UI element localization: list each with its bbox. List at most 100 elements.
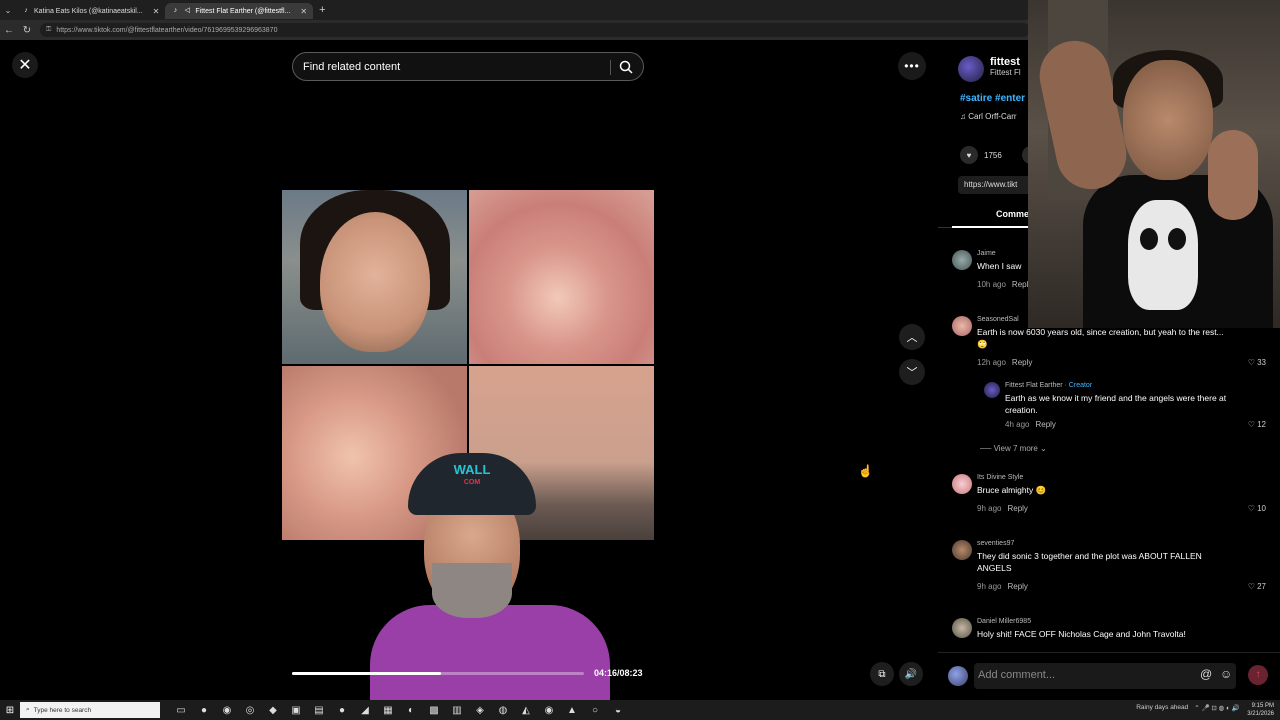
app-icon[interactable]: ● bbox=[335, 703, 349, 717]
comment-like[interactable]: ♡ 33 bbox=[1248, 358, 1266, 367]
commenter-avatar[interactable] bbox=[984, 382, 1000, 398]
windows-start-icon[interactable]: ⊞ bbox=[0, 705, 20, 716]
task-view-icon[interactable]: ▭ bbox=[174, 703, 188, 717]
chrome-icon[interactable]: ◉ bbox=[220, 703, 234, 717]
new-tab-icon[interactable]: + bbox=[319, 4, 325, 16]
close-tab-icon[interactable]: ✕ bbox=[153, 7, 160, 16]
reply-link[interactable]: Reply bbox=[1007, 582, 1027, 591]
comment-like-count: 33 bbox=[1257, 358, 1266, 367]
comment-user[interactable]: Jaime bbox=[977, 250, 996, 257]
search-icon[interactable] bbox=[619, 60, 633, 74]
add-comment-placeholder: Add comment... bbox=[978, 669, 1056, 681]
comment-time: 10h ago bbox=[977, 280, 1006, 289]
speaker-icon[interactable]: ◁ bbox=[183, 7, 191, 15]
commenter-avatar[interactable] bbox=[952, 250, 972, 270]
presenter-figure: WALL COM bbox=[370, 445, 610, 705]
system-clock[interactable]: 9:15 PM 3/21/2026 bbox=[1247, 702, 1274, 718]
comment-user[interactable]: SeasonedSal bbox=[977, 316, 1019, 323]
system-tray: Rainy days ahead ⌃ 🎤 ⊡ ◍ ◐ 🔊 bbox=[1136, 704, 1240, 712]
app-icon[interactable]: ● bbox=[197, 703, 211, 717]
commenter-avatar[interactable] bbox=[952, 618, 972, 638]
comment-item: seventies97 They did sonic 3 together an… bbox=[952, 540, 1274, 592]
page: ⌄ ♪ Katina Eats Kilos (@katinaeatskil...… bbox=[0, 0, 1280, 720]
comment-item: Daniel Miller6985 Holy shit! FACE OFF Ni… bbox=[952, 618, 1274, 652]
app-icon[interactable]: ◆ bbox=[266, 703, 280, 717]
reply-link[interactable]: Reply bbox=[1035, 420, 1055, 429]
previous-video-button[interactable]: ︿ bbox=[899, 324, 925, 350]
comment-user[interactable]: Its Divine Style bbox=[977, 474, 1023, 481]
hashtags[interactable]: #satire #enter bbox=[960, 93, 1025, 104]
browser-tab-fittest[interactable]: ♪ ◁ Fittest Flat Earther (@fittestfl... … bbox=[165, 3, 314, 19]
url-field[interactable]: ⚿ https://www.tiktok.com/@fittestflatear… bbox=[40, 23, 1030, 37]
webcam-overlay bbox=[1028, 0, 1280, 328]
music-label[interactable]: ♫ Carl Orff-Carr bbox=[960, 112, 1017, 121]
app-icon[interactable]: ◭ bbox=[519, 703, 533, 717]
author-avatar[interactable] bbox=[958, 56, 984, 82]
reload-icon[interactable]: ↻ bbox=[18, 25, 36, 36]
comment-reply-item: Fittest Flat Earther · Creator Earth as … bbox=[984, 382, 1274, 430]
app-icon[interactable]: ◎ bbox=[243, 703, 257, 717]
tab-comments[interactable]: Comme bbox=[996, 209, 1029, 219]
app-icon[interactable]: ▣ bbox=[289, 703, 303, 717]
commenter-avatar[interactable] bbox=[952, 474, 972, 494]
comment-time: 9h ago bbox=[977, 504, 1002, 513]
heart-icon[interactable]: ♥ bbox=[960, 146, 978, 164]
comment-like[interactable]: ♡ 12 bbox=[1248, 420, 1266, 429]
tray-icons[interactable]: ⌃ 🎤 ⊡ ◍ ◐ 🔊 bbox=[1194, 704, 1240, 712]
mention-icon[interactable]: @ bbox=[1200, 667, 1212, 681]
view-more-label: View 7 more bbox=[993, 444, 1038, 453]
next-video-button[interactable]: ﹀ bbox=[899, 359, 925, 385]
browser-tab-katina[interactable]: ♪ Katina Eats Kilos (@katinaeatskil... ✕ bbox=[16, 3, 165, 19]
taskbar-search-input[interactable]: ⌕ Type here to search bbox=[20, 702, 160, 718]
reply-link[interactable]: Reply bbox=[1012, 358, 1032, 367]
app-icon[interactable]: ◐ bbox=[404, 703, 418, 717]
streamer-head bbox=[1123, 60, 1213, 180]
comment-text: Holy shit! FACE OFF Nicholas Cage and Jo… bbox=[977, 629, 1186, 639]
close-video-button[interactable]: ✕ bbox=[12, 52, 38, 78]
close-tab-icon[interactable]: ✕ bbox=[300, 7, 307, 16]
commenter-avatar[interactable] bbox=[952, 540, 972, 560]
video-progress-bar[interactable] bbox=[292, 672, 584, 675]
reply-link[interactable]: Reply bbox=[1007, 504, 1027, 513]
commenter-avatar[interactable] bbox=[952, 316, 972, 336]
app-icon[interactable]: ◍ bbox=[496, 703, 510, 717]
close-icon: ✕ bbox=[18, 57, 32, 74]
comment-item: Its Divine Style Bruce almighty 😊 9h ago… bbox=[952, 474, 1274, 524]
tab-list-icon[interactable]: ⌄ bbox=[0, 6, 16, 15]
app-icon[interactable]: ◢ bbox=[358, 703, 372, 717]
author-info[interactable]: fittest Fittest Fl bbox=[958, 56, 1021, 82]
comment-text: Earth as we know it my friend and the an… bbox=[1005, 393, 1227, 415]
more-icon: ••• bbox=[904, 59, 920, 73]
app-icon[interactable]: ▤ bbox=[312, 703, 326, 717]
author-subname: Fittest Fl bbox=[990, 68, 1021, 77]
app-icon[interactable]: ▦ bbox=[381, 703, 395, 717]
add-comment-input[interactable]: Add comment... bbox=[974, 663, 1236, 689]
view-more-replies[interactable]: ── View 7 more ⌄ bbox=[980, 444, 1047, 453]
weather-text[interactable]: Rainy days ahead bbox=[1136, 704, 1188, 712]
comment-like[interactable]: ♡ 10 bbox=[1248, 504, 1266, 513]
comment-user[interactable]: seventies97 bbox=[977, 540, 1014, 547]
app-icon[interactable]: ▩ bbox=[427, 703, 441, 717]
steam-icon[interactable]: ◒ bbox=[611, 703, 625, 717]
app-icon[interactable]: ▲ bbox=[565, 703, 579, 717]
author-name[interactable]: fittest bbox=[990, 56, 1021, 68]
related-search-input[interactable]: Find related content bbox=[292, 52, 644, 81]
app-icon[interactable]: ▥ bbox=[450, 703, 464, 717]
mini-player-button[interactable]: ⧉ bbox=[870, 662, 894, 686]
app-icon[interactable]: ◈ bbox=[473, 703, 487, 717]
more-options-button[interactable]: ••• bbox=[898, 52, 926, 80]
comment-user[interactable]: Daniel Miller6985 bbox=[977, 618, 1031, 625]
copy-link-field[interactable]: https://www.tikt bbox=[958, 176, 1038, 194]
lock-icon: ⚿ bbox=[46, 26, 52, 33]
app-icon[interactable]: ○ bbox=[588, 703, 602, 717]
back-icon[interactable]: ← bbox=[0, 25, 18, 36]
comment-time: 9h ago bbox=[977, 582, 1002, 591]
app-icon[interactable]: ◉ bbox=[542, 703, 556, 717]
send-arrow-icon[interactable]: ↑ bbox=[1248, 665, 1268, 685]
emoji-icon[interactable]: ☺ bbox=[1220, 667, 1232, 681]
volume-button[interactable]: 🔊 bbox=[899, 662, 923, 686]
comment-like[interactable]: ♡ 27 bbox=[1248, 582, 1266, 591]
comment-user[interactable]: Fittest Flat Earther bbox=[1005, 382, 1063, 389]
search-separator bbox=[610, 60, 611, 75]
video-player[interactable]: WALL COM 04:16/08:23 bbox=[282, 40, 654, 705]
